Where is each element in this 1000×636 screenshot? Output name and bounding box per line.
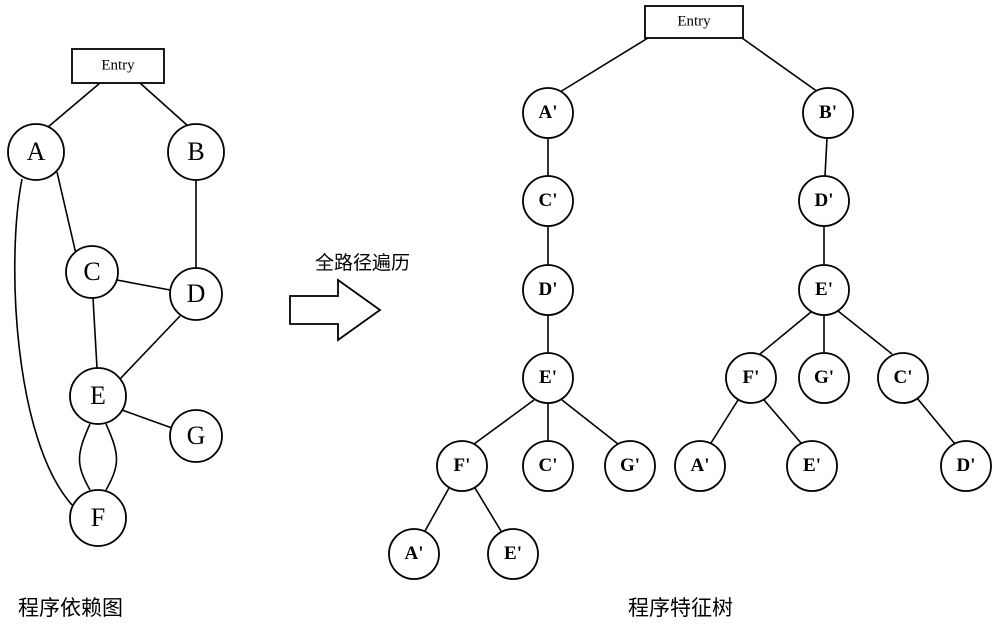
right-node-E4: [487, 528, 539, 580]
right-node-C2: [877, 352, 929, 404]
left-graph-caption: 程序依赖图: [18, 596, 123, 620]
left-graph-nodes: [7, 48, 225, 547]
right-tree-nodes: [388, 5, 992, 580]
right-node-D3: [940, 440, 992, 492]
right-node-G1: [604, 440, 656, 492]
right-node-E1: [798, 264, 850, 316]
left-node-G: [169, 409, 223, 463]
left-node-E: [69, 367, 127, 425]
right-node-G2: [798, 352, 850, 404]
left-node-A: [7, 123, 65, 181]
right-node-B1: [802, 87, 854, 139]
right-node-A3: [388, 528, 440, 580]
diagram-canvas: [7, 5, 992, 580]
right-node-A1: [522, 87, 574, 139]
left-node-B: [167, 123, 225, 181]
right-node-C3: [522, 440, 574, 492]
left-node-F: [69, 489, 127, 547]
right-node-F1: [436, 440, 488, 492]
right-tree-caption: 程序特征树: [628, 596, 733, 620]
right-node-D2: [522, 264, 574, 316]
right-node-E2: [522, 352, 574, 404]
right-entry-box: [644, 5, 744, 39]
right-node-A2: [674, 440, 726, 492]
right-node-C1: [522, 175, 574, 227]
transform-arrow: [289, 278, 382, 342]
left-entry-box: [71, 48, 165, 84]
right-node-F2: [725, 352, 777, 404]
right-node-D1: [798, 175, 850, 227]
transform-arrow-label: 全路径遍历: [315, 252, 411, 274]
right-node-E3: [786, 440, 838, 492]
left-node-C: [65, 245, 119, 299]
left-node-D: [169, 267, 223, 321]
